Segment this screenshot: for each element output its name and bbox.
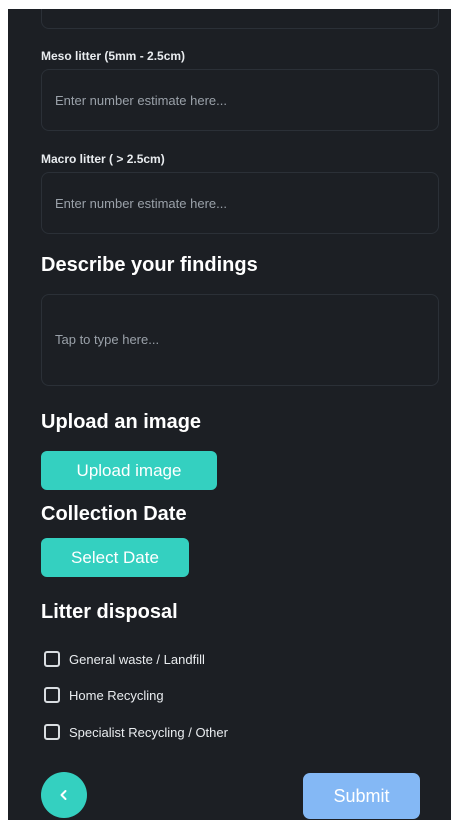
upload-heading: Upload an image	[41, 411, 202, 433]
back-button[interactable]	[41, 772, 87, 818]
checkbox-label: General waste / Landfill	[69, 651, 205, 667]
findings-textarea[interactable]	[42, 295, 438, 385]
disposal-option-home-recycling[interactable]: Home Recycling	[44, 687, 164, 703]
macro-litter-input[interactable]	[42, 173, 438, 233]
chevron-left-icon	[60, 790, 67, 800]
collection-date-heading: Collection Date	[41, 503, 187, 525]
macro-litter-label: Macro litter ( > 2.5cm)	[41, 152, 165, 166]
checkbox-label: Specialist Recycling / Other	[69, 724, 228, 740]
disposal-option-general-waste[interactable]: General waste / Landfill	[44, 651, 205, 667]
checkbox[interactable]	[44, 687, 60, 703]
submit-button[interactable]: Submit	[303, 773, 420, 819]
litter-disposal-heading: Litter disposal	[41, 601, 178, 623]
meso-litter-label: Meso litter (5mm - 2.5cm)	[41, 49, 186, 63]
upload-image-button[interactable]: Upload image	[41, 451, 217, 490]
disposal-option-specialist-recycling[interactable]: Specialist Recycling / Other	[44, 724, 228, 740]
findings-field	[41, 294, 439, 386]
previous-field[interactable]	[41, 9, 439, 29]
select-date-button[interactable]: Select Date	[41, 538, 189, 577]
findings-heading: Describe your findings	[41, 254, 258, 276]
checkbox[interactable]	[44, 724, 60, 740]
meso-litter-input[interactable]	[42, 70, 438, 130]
checkbox[interactable]	[44, 651, 60, 667]
form-screen: Meso litter (5mm - 2.5cm) Macro litter (…	[8, 9, 451, 820]
macro-litter-field	[41, 172, 439, 234]
meso-litter-field	[41, 69, 439, 131]
checkbox-label: Home Recycling	[69, 687, 164, 703]
